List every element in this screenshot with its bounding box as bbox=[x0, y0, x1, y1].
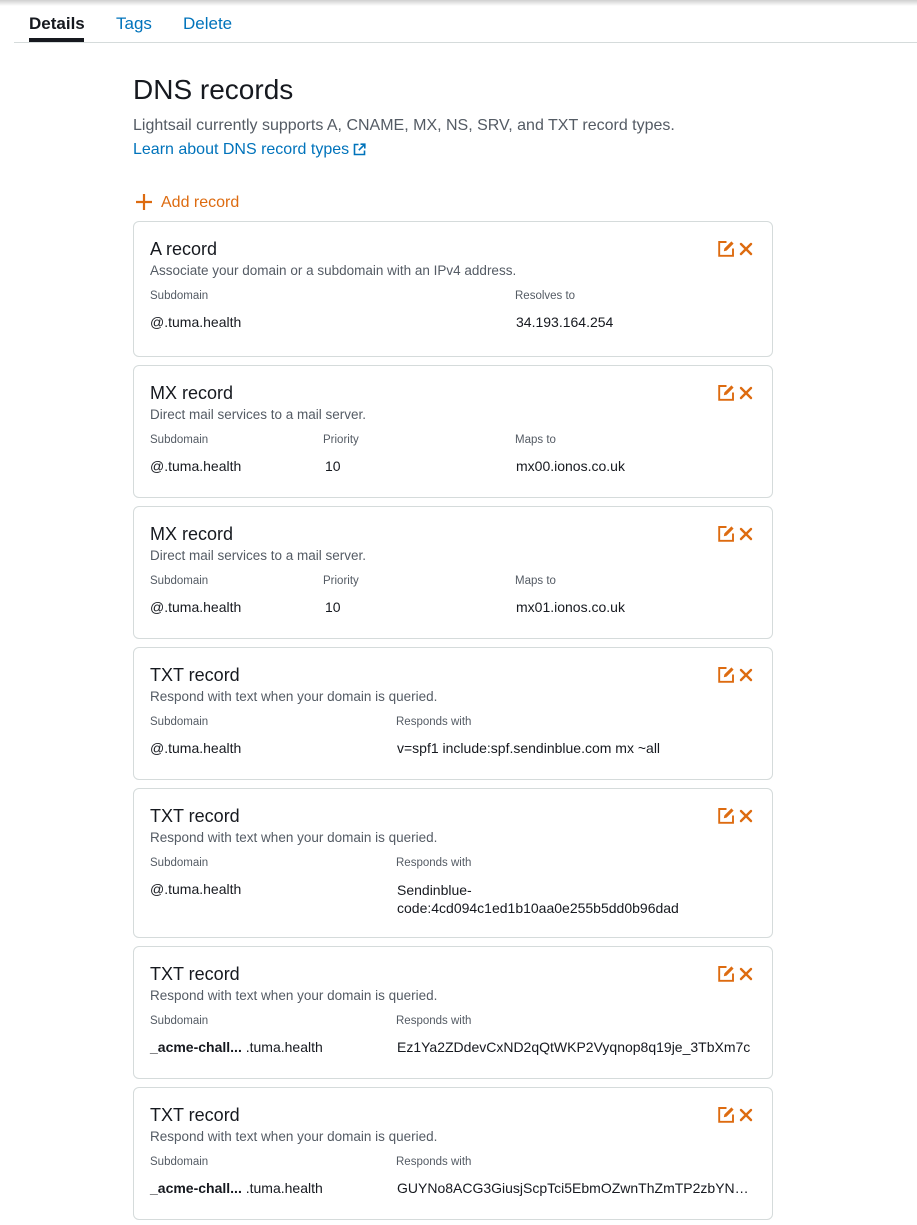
subdomain-prefix: _acme-chall... bbox=[150, 1039, 242, 1055]
subdomain-label: Subdomain bbox=[150, 857, 209, 869]
close-icon[interactable] bbox=[738, 385, 754, 401]
edit-icon[interactable] bbox=[717, 1106, 735, 1124]
target-value: Ez1Ya2ZDdevCxND2qQtWKP2Vyqnop8q19je_3TbX… bbox=[397, 1039, 751, 1055]
record-description: Direct mail services to a mail server. bbox=[150, 407, 367, 422]
target-label: Responds with bbox=[396, 857, 472, 869]
record-type-title: TXT record bbox=[150, 964, 240, 984]
subdomain-prefix: @ bbox=[150, 314, 165, 330]
subdomain-prefix: @ bbox=[150, 599, 165, 615]
edit-icon[interactable] bbox=[717, 384, 735, 402]
plus-icon bbox=[136, 194, 152, 210]
subdomain-prefix: @ bbox=[150, 458, 165, 474]
subdomain-label: Subdomain bbox=[150, 290, 209, 302]
target-value: v=spf1 include:spf.sendinblue.com mx ~al… bbox=[397, 740, 661, 756]
dns-record-card: TXT record Respond with text when your do… bbox=[133, 647, 773, 780]
target-value: mx01.ionos.co.uk bbox=[516, 599, 625, 615]
edit-icon[interactable] bbox=[717, 807, 735, 825]
subdomain-domain: .tuma.health bbox=[241, 1039, 323, 1055]
record-description: Respond with text when your domain is qu… bbox=[150, 830, 438, 845]
edit-icon[interactable] bbox=[717, 240, 735, 258]
top-shadow bbox=[0, 0, 917, 6]
close-icon[interactable] bbox=[738, 667, 754, 683]
priority-value: 10 bbox=[325, 599, 341, 615]
target-label: Responds with bbox=[396, 1156, 472, 1168]
edit-icon[interactable] bbox=[717, 965, 735, 983]
subdomain-prefix: @ bbox=[150, 881, 165, 897]
dns-record-card: TXT record Respond with text when your do… bbox=[133, 788, 773, 938]
subdomain-label: Subdomain bbox=[150, 716, 209, 728]
subdomain-label: Subdomain bbox=[150, 1156, 209, 1168]
target-label: Maps to bbox=[515, 434, 556, 446]
close-icon[interactable] bbox=[738, 808, 754, 824]
page-title: DNS records bbox=[133, 74, 294, 105]
record-description: Direct mail services to a mail server. bbox=[150, 548, 367, 563]
record-type-title: MX record bbox=[150, 383, 234, 403]
record-type-title: TXT record bbox=[150, 1105, 240, 1125]
subdomain-value: @.tuma.health bbox=[150, 599, 241, 615]
close-icon[interactable] bbox=[738, 526, 754, 542]
priority-value: 10 bbox=[325, 458, 341, 474]
record-description: Associate your domain or a subdomain wit… bbox=[150, 263, 517, 278]
subdomain-prefix: _acme-chall... bbox=[150, 1180, 242, 1196]
dns-record-card: MX record Direct mail services to a mail … bbox=[133, 365, 773, 498]
record-type-title: A record bbox=[150, 239, 218, 259]
subdomain-label: Subdomain bbox=[150, 575, 209, 587]
close-icon[interactable] bbox=[738, 1107, 754, 1123]
learn-dns-record-types-link[interactable]: Learn about DNS record types bbox=[133, 141, 366, 159]
subdomain-domain: .tuma.health bbox=[164, 599, 242, 615]
tab-tags[interactable]: Tags bbox=[116, 14, 152, 34]
learn-link-label: Learn about DNS record types bbox=[133, 141, 350, 158]
edit-icon[interactable] bbox=[717, 525, 735, 543]
priority-label: Priority bbox=[323, 575, 359, 587]
edit-icon[interactable] bbox=[717, 666, 735, 684]
subdomain-domain: .tuma.health bbox=[164, 314, 242, 330]
subdomain-value: @.tuma.health bbox=[150, 314, 241, 330]
record-description: Respond with text when your domain is qu… bbox=[150, 689, 438, 704]
dns-record-card: TXT record Respond with text when your do… bbox=[133, 1087, 773, 1220]
subdomain-domain: .tuma.health bbox=[164, 881, 242, 897]
tab-bar: Details Tags Delete bbox=[14, 7, 917, 43]
tab-details[interactable]: Details bbox=[29, 14, 85, 34]
tab-delete[interactable]: Delete bbox=[183, 14, 232, 34]
subdomain-domain: .tuma.health bbox=[164, 740, 242, 756]
target-label: Responds with bbox=[396, 716, 472, 728]
dns-record-card: MX record Direct mail services to a mail … bbox=[133, 506, 773, 639]
target-value: mx00.ionos.co.uk bbox=[516, 458, 625, 474]
subdomain-domain: .tuma.health bbox=[164, 458, 242, 474]
dns-record-card: TXT record Respond with text when your do… bbox=[133, 946, 773, 1079]
record-type-title: MX record bbox=[150, 524, 234, 544]
external-link-icon bbox=[353, 143, 366, 156]
close-icon[interactable] bbox=[738, 241, 754, 257]
add-record-label: Add record bbox=[161, 194, 240, 211]
subdomain-label: Subdomain bbox=[150, 1015, 209, 1027]
record-description: Respond with text when your domain is qu… bbox=[150, 1129, 438, 1144]
subdomain-value: @.tuma.health bbox=[150, 881, 241, 897]
record-description: Respond with text when your domain is qu… bbox=[150, 988, 438, 1003]
subdomain-label: Subdomain bbox=[150, 434, 209, 446]
subdomain-value: _acme-chall... .tuma.health bbox=[150, 1039, 323, 1055]
subdomain-prefix: @ bbox=[150, 740, 165, 756]
target-value: Sendinblue-code:4cd094c1ed1b10aa0e255b5d… bbox=[397, 882, 679, 916]
subdomain-value: _acme-chall... .tuma.health bbox=[150, 1180, 323, 1196]
subdomain-value: @.tuma.health bbox=[150, 740, 241, 756]
record-type-title: TXT record bbox=[150, 665, 240, 685]
subdomain-domain: .tuma.health bbox=[241, 1180, 323, 1196]
record-type-title: TXT record bbox=[150, 806, 240, 826]
target-value: 34.193.164.254 bbox=[516, 314, 614, 330]
dns-record-card: A record Associate your domain or a subdo… bbox=[133, 221, 773, 357]
page-subtitle: Lightsail currently supports A, CNAME, M… bbox=[133, 117, 675, 134]
target-label: Responds with bbox=[396, 1015, 472, 1027]
target-value: GUYNo8ACG3GiusjScpTci5EbmOZwnThZmTP2zbYN… bbox=[397, 1180, 754, 1196]
priority-label: Priority bbox=[323, 434, 359, 446]
target-label: Maps to bbox=[515, 575, 556, 587]
target-label: Resolves to bbox=[515, 290, 576, 302]
active-tab-indicator bbox=[29, 38, 84, 42]
close-icon[interactable] bbox=[738, 966, 754, 982]
subdomain-value: @.tuma.health bbox=[150, 458, 241, 474]
